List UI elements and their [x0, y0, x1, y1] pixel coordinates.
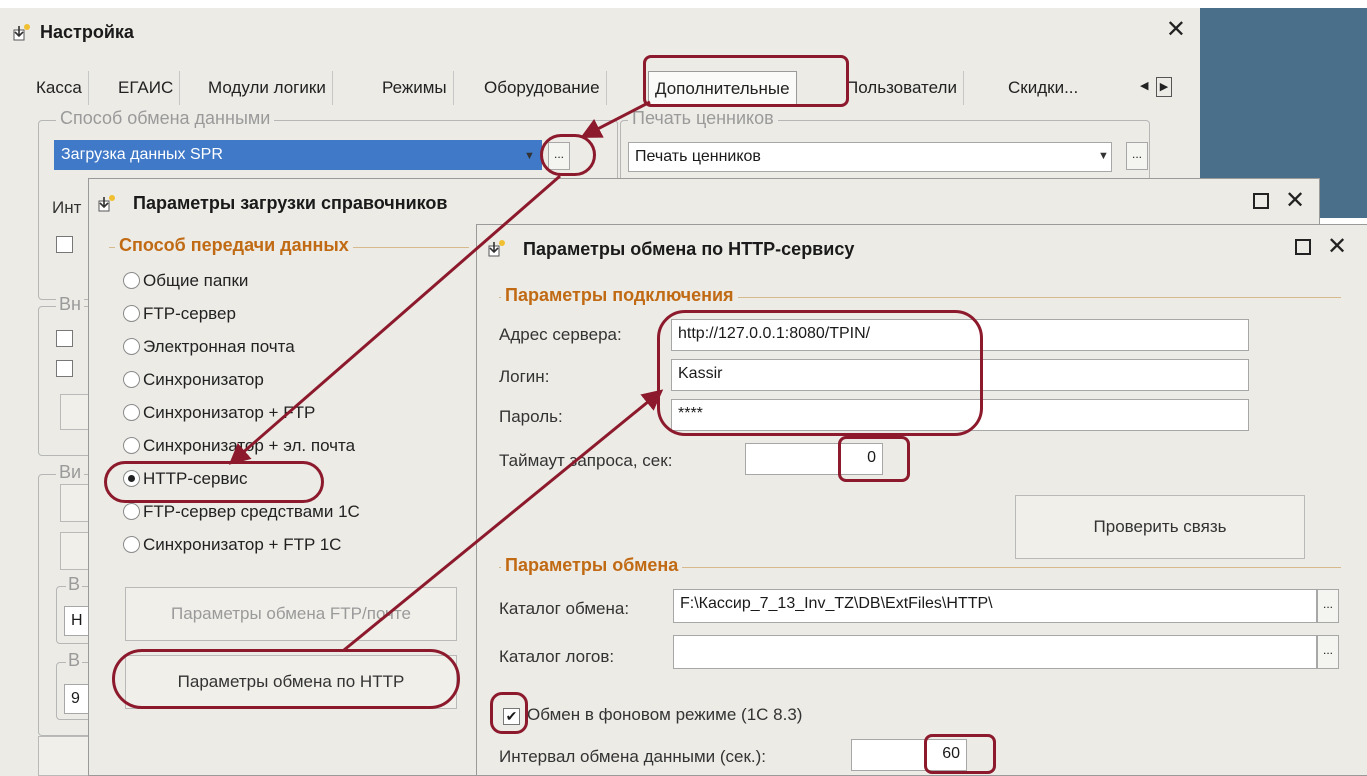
price-select[interactable]: Печать ценников [628, 142, 1112, 172]
annotation-checkbox-box [490, 692, 528, 734]
vn-checkbox-1[interactable] [56, 330, 73, 347]
catalog-input[interactable]: F:\Кассир_7_13_Inv_TZ\DB\ExtFiles\HTTP\ [673, 589, 1317, 623]
annotation-credentials-box [657, 310, 983, 436]
exchange-group-label: Способ обмена данными [56, 108, 275, 129]
b-label-1: В [66, 574, 83, 595]
radio-dot [123, 437, 140, 454]
connection-group-label: Параметры подключения [501, 285, 738, 306]
exchange-dropdown-icon[interactable]: ▼ [524, 150, 535, 162]
radio-dot [123, 404, 140, 421]
tab-equipment[interactable]: Оборудование [478, 71, 607, 105]
radio-ftp-server[interactable]: FTP-сервер [123, 304, 236, 324]
radio-label: Синхронизатор + FTP [143, 403, 316, 422]
price-group-label: Печать ценников [628, 108, 778, 129]
ref-dialog-title: Параметры загрузки справочников [133, 193, 448, 213]
radio-shared-folders[interactable]: Общие папки [123, 271, 248, 291]
radio-sync-ftp[interactable]: Синхронизатор + FTP [123, 403, 315, 423]
tab-scroll-right-icon[interactable]: ▶ [1156, 77, 1172, 97]
timeout-label: Таймаут запроса, сек: [499, 451, 673, 470]
annotation-interval-box [924, 734, 996, 774]
dialog-icon [98, 195, 115, 212]
logs-input[interactable] [673, 635, 1317, 669]
server-label: Адрес сервера: [499, 325, 622, 344]
radio-sync-email[interactable]: Синхронизатор + эл. почта [123, 436, 355, 456]
radio-label: Общие папки [143, 271, 249, 290]
catalog-label: Каталог обмена: [499, 599, 630, 618]
annotation-http-button-oval [112, 649, 460, 709]
radio-label: Синхронизатор [143, 370, 264, 389]
maximize-icon[interactable] [1295, 239, 1311, 255]
radio-label: FTP-сервер средствами 1С [143, 502, 360, 521]
check-connection-button[interactable]: Проверить связь [1015, 495, 1305, 559]
radio-label: Электронная почта [143, 337, 295, 356]
http-dialog-title: Параметры обмена по HTTP-сервису [523, 239, 855, 259]
background-label: Обмен в фоновом режиме (1С 8.3) [527, 705, 803, 724]
vn-checkbox-2[interactable] [56, 360, 73, 377]
radio-dot [123, 536, 140, 553]
transfer-group-label: Способ передачи данных [115, 235, 353, 256]
ftp-mail-params-button[interactable]: Параметры обмена FTP/почте [125, 587, 457, 641]
radio-dot [123, 338, 140, 355]
close-icon[interactable]: ✕ [1285, 187, 1305, 215]
radio-dot [123, 305, 140, 322]
vn-label: Вн [56, 294, 84, 315]
interval-label: Интервал обмена данными (сек.): [499, 747, 767, 766]
annotation-timeout-box [838, 436, 910, 482]
password-label: Пароль: [499, 407, 563, 426]
tab-users[interactable]: Пользователи [840, 71, 964, 105]
price-dropdown-icon[interactable]: ▼ [1098, 150, 1109, 162]
close-icon[interactable]: ✕ [1327, 233, 1347, 261]
app-icon [13, 24, 30, 41]
maximize-icon[interactable] [1253, 193, 1269, 209]
catalog-browse-button[interactable]: ... [1317, 589, 1339, 623]
vi-label: Ви [56, 462, 85, 483]
annotation-tab-box [643, 55, 849, 107]
radio-dot [123, 272, 140, 289]
exchange-checkbox[interactable] [56, 236, 73, 253]
tab-logic-modules[interactable]: Модули логики [202, 71, 333, 105]
exchange-select-value: Загрузка данных SPR [61, 146, 223, 163]
radio-ftp-1c[interactable]: FTP-сервер средствами 1С [123, 502, 360, 522]
tab-discounts[interactable]: Скидки... [1002, 71, 1084, 105]
annotation-dots-oval [540, 134, 596, 176]
login-label: Логин: [499, 367, 550, 386]
exchange-select[interactable]: Загрузка данных SPR [54, 140, 542, 170]
tab-egais[interactable]: ЕГАИС [112, 71, 181, 105]
close-icon[interactable]: ✕ [1166, 16, 1186, 44]
window-title: Настройка [40, 22, 134, 42]
radio-dot [123, 503, 140, 520]
radio-synchronizer[interactable]: Синхронизатор [123, 370, 264, 390]
radio-email[interactable]: Электронная почта [123, 337, 295, 357]
tab-modes[interactable]: Режимы [376, 71, 454, 105]
b-label-2: В [66, 650, 83, 671]
dialog-icon [488, 240, 505, 257]
radio-sync-ftp-1c[interactable]: Синхронизатор + FTP 1С [123, 535, 341, 555]
tab-kassa[interactable]: Касса [30, 71, 89, 105]
transfer-radio-list: Общие папки FTP-сервер Электронная почта… [123, 271, 463, 561]
logs-label: Каталог логов: [499, 647, 615, 666]
tab-bar: Касса ЕГАИС Модули логики Режимы Оборудо… [30, 71, 1190, 105]
price-select-value: Печать ценников [635, 148, 761, 165]
nine-field-value: 9 [71, 690, 80, 707]
tab-scroll-left-icon[interactable]: ◀ [1140, 79, 1154, 97]
h-field-value: H [71, 612, 83, 629]
radio-label: Синхронизатор + FTP 1С [143, 535, 342, 554]
exchange-params-label: Параметры обмена [501, 555, 683, 576]
int-label: Инт [52, 198, 82, 217]
price-params-button[interactable]: ... [1126, 142, 1148, 170]
radio-label: FTP-сервер [143, 304, 236, 323]
radio-dot [123, 371, 140, 388]
annotation-http-radio-oval [104, 461, 324, 503]
logs-browse-button[interactable]: ... [1317, 635, 1339, 669]
http-params-dialog: Параметры обмена по HTTP-сервису ✕ Парам… [476, 224, 1367, 776]
radio-label: Синхронизатор + эл. почта [143, 436, 356, 455]
